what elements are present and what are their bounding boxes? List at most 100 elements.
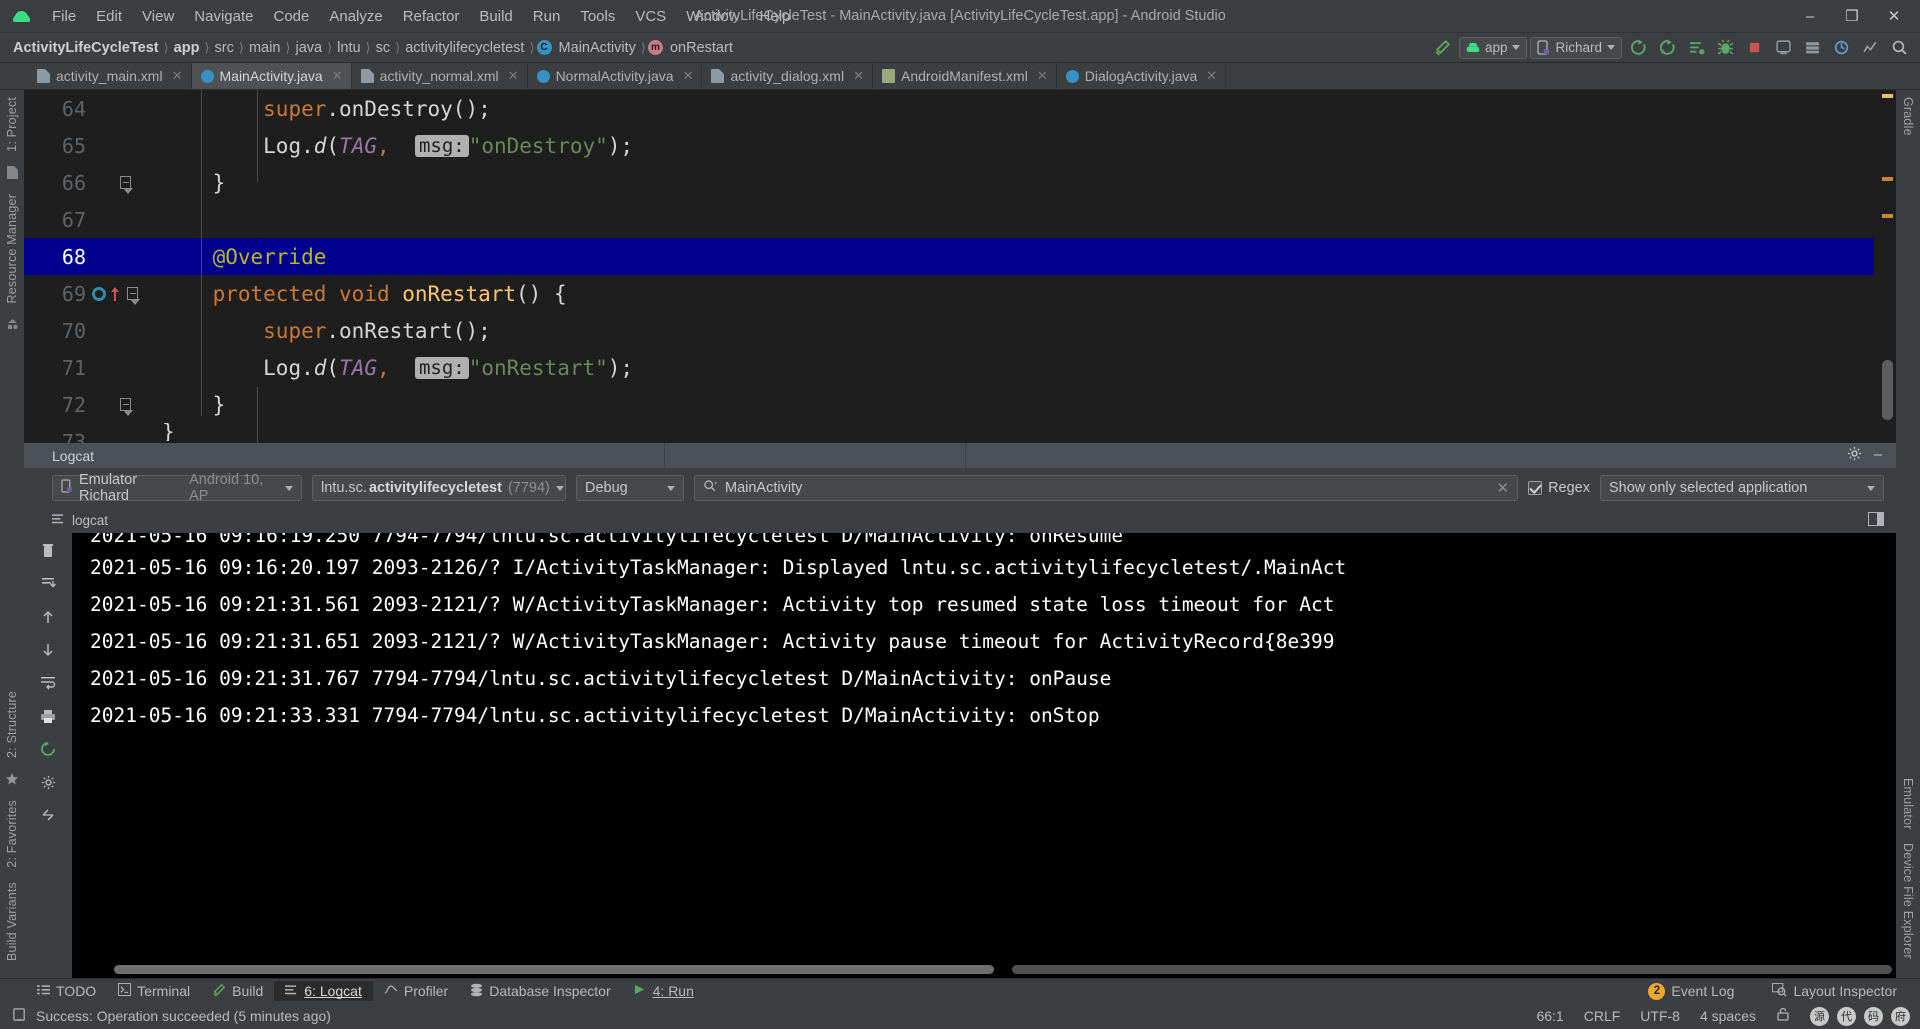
close-icon[interactable]: ✕: [332, 68, 343, 84]
tool-button-event-log[interactable]: 2 Event Log: [1637, 981, 1745, 1002]
clear-search-icon[interactable]: ✕: [1497, 479, 1510, 497]
split-view-icon[interactable]: [1868, 512, 1884, 529]
file-encoding[interactable]: UTF-8: [1640, 1008, 1680, 1024]
logcat-output-panel[interactable]: 2021-05-16 09:16:19.250 7794-7794/lntu.s…: [24, 533, 1896, 978]
editor-gutter[interactable]: 64 65 66 67 68 69 70 71 72 73: [24, 90, 152, 443]
fold-marker-icon[interactable]: [120, 176, 133, 194]
breadcrumb-main[interactable]: main: [246, 40, 283, 56]
editor-tab-activity-dialog-xml[interactable]: activity_dialog.xml ✕: [702, 63, 873, 89]
tool-button-database-inspector[interactable]: Database Inspector: [459, 981, 621, 1002]
breadcrumb-lntu[interactable]: lntu: [334, 40, 363, 56]
close-icon[interactable]: ✕: [1037, 68, 1048, 84]
run-button-icon[interactable]: [1625, 36, 1651, 60]
line-separator[interactable]: CRLF: [1584, 1008, 1621, 1024]
editor-tab-dialogactivity-java[interactable]: DialogActivity.java ✕: [1057, 63, 1227, 89]
run-configuration-selector[interactable]: app: [1458, 36, 1528, 59]
menu-item-code[interactable]: Code: [263, 5, 319, 28]
warning-stripe[interactable]: [1882, 177, 1893, 181]
stop-icon[interactable]: [1741, 36, 1767, 60]
scroll-to-end-icon[interactable]: [38, 574, 58, 594]
sidebar-item-emulator[interactable]: Emulator: [1901, 771, 1915, 837]
menu-item-run[interactable]: Run: [523, 5, 571, 28]
build-hammer-icon[interactable]: [1430, 36, 1456, 60]
logcat-search-input[interactable]: MainActivity ✕: [694, 475, 1519, 501]
ime-indicator[interactable]: 源 代 码 府: [1810, 1006, 1910, 1026]
tool-button-logcat[interactable]: 6: Logcat: [274, 981, 373, 1001]
sidebar-item-gradle[interactable]: Gradle: [1901, 90, 1915, 143]
device-selector-combo[interactable]: Emulator Richard Android 10, AP: [52, 472, 302, 504]
close-icon[interactable]: ✕: [1206, 68, 1217, 84]
chevron-down-icon[interactable]: [285, 485, 293, 491]
print-icon[interactable]: [38, 706, 58, 726]
logcat-minimize-icon[interactable]: –: [1874, 446, 1882, 465]
override-method-icon[interactable]: [92, 286, 106, 301]
apply-changes-icon[interactable]: [1683, 36, 1709, 60]
chevron-down-icon[interactable]: [1867, 485, 1875, 491]
menu-item-window[interactable]: Window: [676, 5, 749, 28]
lock-icon[interactable]: [1776, 1007, 1790, 1025]
device-selector[interactable]: Richard: [1530, 36, 1622, 59]
fold-marker-icon[interactable]: [127, 287, 140, 305]
logcat-horizontal-scrollbar-thumb[interactable]: [114, 965, 994, 974]
warning-stripe[interactable]: [1882, 94, 1893, 98]
breadcrumb-class[interactable]: MainActivity: [556, 40, 639, 56]
menu-item-vcs[interactable]: VCS: [625, 5, 676, 28]
logcat-side-toolbar[interactable]: [24, 533, 72, 978]
warning-stripe[interactable]: [1882, 214, 1893, 218]
sdk-manager-icon[interactable]: [1799, 36, 1825, 60]
checkbox-box[interactable]: [1528, 481, 1543, 495]
menu-item-edit[interactable]: Edit: [86, 5, 132, 28]
scroll-down-icon[interactable]: [38, 640, 58, 660]
chevron-down-icon[interactable]: [667, 485, 675, 491]
process-selector-combo[interactable]: lntu.sc. activitylifecycletest (7794): [312, 475, 566, 501]
breadcrumb[interactable]: ActivityLifeCycleTest ⟩ app ⟩ src ⟩ main…: [10, 40, 736, 56]
editor-tab-mainactivity-java[interactable]: MainActivity.java ✕: [191, 63, 352, 89]
tool-button-profiler[interactable]: Profiler: [373, 981, 459, 1001]
tool-button-todo[interactable]: TODO: [26, 981, 107, 1001]
editor-scrollbar-track[interactable]: [1874, 90, 1896, 443]
editor-tab-normalactivity-java[interactable]: NormalActivity.java ✕: [528, 63, 703, 89]
tool-button-terminal[interactable]: Terminal: [107, 981, 201, 1001]
sync-gradle-icon[interactable]: [1828, 36, 1854, 60]
breadcrumb-app[interactable]: app: [171, 40, 203, 56]
regex-checkbox[interactable]: Regex: [1528, 480, 1590, 496]
menu-item-build[interactable]: Build: [469, 5, 522, 28]
close-icon[interactable]: ✕: [172, 68, 183, 84]
breadcrumb-project[interactable]: ActivityLifeCycleTest: [10, 40, 162, 56]
chevron-down-icon[interactable]: [1607, 45, 1615, 50]
profiler-icon[interactable]: [1857, 36, 1883, 60]
breadcrumb-sc[interactable]: sc: [373, 40, 394, 56]
scope-selector[interactable]: Show only selected application: [1600, 475, 1884, 501]
sidebar-item-structure[interactable]: 2: Structure: [5, 684, 19, 765]
menu-bar[interactable]: File Edit View Navigate Code Analyze Ref…: [42, 5, 800, 28]
breadcrumb-java[interactable]: java: [292, 40, 325, 56]
menu-item-analyze[interactable]: Analyze: [319, 5, 392, 28]
chevron-down-icon[interactable]: [555, 485, 564, 491]
close-icon[interactable]: ✕: [508, 68, 519, 84]
editor-tab-bar[interactable]: activity_main.xml ✕ MainActivity.java ✕ …: [0, 63, 1920, 90]
close-icon[interactable]: ✕: [853, 68, 864, 84]
maximize-button[interactable]: ❐: [1832, 3, 1872, 29]
editor-vertical-scrollbar-thumb[interactable]: [1882, 360, 1893, 420]
restart-logcat-icon[interactable]: [38, 739, 58, 759]
sidebar-item-device-file-explorer[interactable]: Device File Explorer: [1901, 836, 1915, 966]
sidebar-item-favorites[interactable]: 2: Favorites: [5, 793, 19, 875]
chevron-down-icon[interactable]: [1512, 45, 1521, 50]
sidebar-item-build-variants[interactable]: Build Variants: [5, 875, 19, 968]
editor-tab-activity-normal-xml[interactable]: activity_normal.xml ✕: [352, 63, 528, 89]
logcat-log-lines[interactable]: 2021-05-16 09:16:19.250 7794-7794/lntu.s…: [72, 533, 1896, 978]
log-level-selector[interactable]: Debug: [576, 475, 684, 501]
debug-bug-icon[interactable]: [1712, 36, 1738, 60]
tool-button-build[interactable]: Build: [201, 981, 274, 1002]
logcat-settings-icon[interactable]: [1847, 446, 1862, 465]
logcat-settings-gear-icon[interactable]: [38, 772, 58, 792]
clear-logcat-icon[interactable]: [38, 541, 58, 561]
minimize-button[interactable]: –: [1790, 3, 1830, 29]
breadcrumb-src[interactable]: src: [212, 40, 237, 56]
menu-item-refactor[interactable]: Refactor: [393, 5, 470, 28]
debug-rerun-icon[interactable]: A: [1654, 36, 1680, 60]
avd-manager-icon[interactable]: [1770, 36, 1796, 60]
breadcrumb-package[interactable]: activitylifecycletest: [402, 40, 527, 56]
scroll-up-icon[interactable]: [38, 607, 58, 627]
code-editor[interactable]: 64 65 66 67 68 69 70 71 72 73 super .onD…: [24, 90, 1896, 443]
